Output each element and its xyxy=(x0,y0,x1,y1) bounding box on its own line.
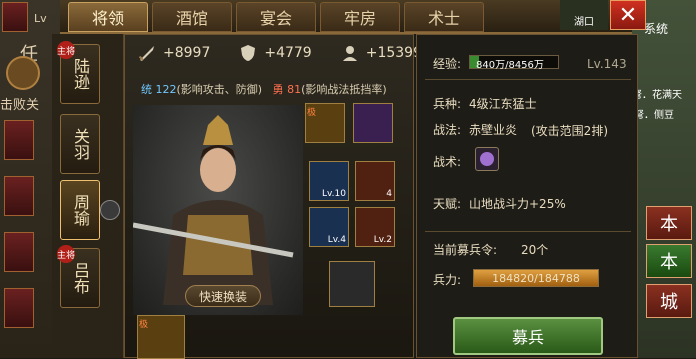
grade-tag: 极 xyxy=(139,320,149,330)
right-text-2: 弩．侧豆 xyxy=(634,110,674,121)
tab-prison[interactable]: 牢房 xyxy=(320,2,400,32)
tab-tavern[interactable]: 酒馆 xyxy=(152,2,232,32)
quick-equip-button[interactable]: 快速换装 xyxy=(185,285,261,307)
tactic-value[interactable]: 赤壁业炎 xyxy=(469,121,517,138)
sub-stats: 统 122(影响攻击、防御) 勇 81(影响战法抵挡率) xyxy=(141,81,387,97)
task-icon[interactable] xyxy=(6,56,40,90)
hero-name: 周瑜 xyxy=(71,194,90,226)
left-strip: Lv 任 击败关 xyxy=(0,0,60,358)
player-level: Lv xyxy=(34,12,47,25)
close-button[interactable]: ✕ xyxy=(610,0,646,30)
side-avatar-3[interactable] xyxy=(4,232,34,272)
right-text-1: 弩．花满天 xyxy=(632,90,682,101)
command-stat: 统 122 xyxy=(141,83,177,96)
troops-value: +15399 xyxy=(365,45,422,61)
equip-mount-slot[interactable] xyxy=(329,261,375,307)
tactic-label: 战法: xyxy=(433,123,462,137)
defense-value: +4779 xyxy=(264,45,312,61)
shield-icon xyxy=(241,45,256,61)
equip-weapon-slot[interactable]: Lv.10 xyxy=(309,161,349,201)
equip-fire-sword-slot[interactable]: 4 xyxy=(355,161,395,201)
tab-generals[interactable]: 将领 xyxy=(68,2,148,32)
hero-name: 吕布 xyxy=(71,262,90,294)
troop-info-panel: 经验: 840万/8456万 Lv.143 兵种: 4级江东猛士 战法: 赤壁业… xyxy=(416,34,638,358)
minimap-label: 湖口 xyxy=(574,17,594,28)
player-avatar[interactable] xyxy=(2,2,28,32)
hero-card-guanyu[interactable]: 关羽 xyxy=(60,114,100,174)
swap-icon[interactable] xyxy=(100,200,120,220)
side-button-2[interactable]: 本 xyxy=(646,244,692,278)
top-tab-bar: 将领 酒馆 宴会 牢房 术士 xyxy=(60,0,632,34)
tactic-desc: (攻击范围2排) xyxy=(531,124,608,138)
equip-level: 4 xyxy=(386,189,392,199)
equip-level: Lv.10 xyxy=(322,189,346,199)
combat-skill-slot[interactable] xyxy=(475,147,499,171)
recruit-button[interactable]: 募兵 xyxy=(453,317,603,355)
recruit-token-value: 20个 xyxy=(521,243,549,257)
hero-name: 陆逊 xyxy=(71,58,90,90)
troop-strength-value: 184820/184788 xyxy=(492,271,580,285)
skill-orb-icon xyxy=(480,152,494,166)
exp-label: 经验: xyxy=(433,57,462,71)
grade-tag: 极 xyxy=(307,108,317,118)
side-button-1[interactable]: 本 xyxy=(646,206,692,240)
talent-value: 山地战斗力+25% xyxy=(469,197,566,211)
divider xyxy=(425,79,631,80)
general-detail-panel: +8997 +4779 +15399 统 122(影响攻击、防御) 勇 81(影… xyxy=(124,34,422,359)
recruit-token-label: 当前募兵令: xyxy=(433,243,498,257)
troop-strength-label: 兵力: xyxy=(433,273,462,287)
defeat-task-label: 击败关 xyxy=(0,98,40,113)
hero-card-zhouyu[interactable]: 周瑜 xyxy=(60,180,100,240)
side-button-3[interactable]: 城 xyxy=(646,284,692,318)
exp-bar: 840万/8456万 xyxy=(469,55,559,71)
attack-value: +8997 xyxy=(163,45,211,61)
attack-stat: +8997 xyxy=(137,43,210,63)
main-general-badge: 主将 xyxy=(57,41,75,59)
equip-tiger-slot[interactable]: 极 xyxy=(137,315,185,359)
hero-card-lubu[interactable]: 主将 吕布 xyxy=(57,245,100,308)
person-icon xyxy=(342,46,357,61)
troop-strength-bar: 184820/184788 xyxy=(473,269,599,287)
defense-stat: +4779 xyxy=(238,43,312,63)
hero-name: 关羽 xyxy=(71,128,90,160)
equip-armor-slot[interactable]: 极 xyxy=(305,103,345,143)
equip-level: Lv.4 xyxy=(327,235,346,245)
equip-warrior-slot[interactable]: Lv.2 xyxy=(355,207,395,247)
talent-label: 天赋: xyxy=(433,197,462,211)
troop-type-label: 兵种: xyxy=(433,97,462,111)
tab-sorcerer[interactable]: 术士 xyxy=(404,2,484,32)
system-label[interactable]: 系统 xyxy=(644,20,668,37)
tab-banquet[interactable]: 宴会 xyxy=(236,2,316,32)
stat-row: +8997 +4779 +15399 xyxy=(137,43,422,63)
hero-card-luxun[interactable]: 主将 陆逊 xyxy=(57,41,100,104)
hero-list: 主将 陆逊 关羽 周瑜 主将 吕布 xyxy=(52,34,124,358)
equip-bow-slot[interactable]: Lv.4 xyxy=(309,207,349,247)
valor-desc: (影响战法抵挡率) xyxy=(301,83,387,96)
main-general-badge: 主将 xyxy=(57,245,75,263)
divider xyxy=(425,231,631,232)
side-avatar-4[interactable] xyxy=(4,288,34,328)
combat-skill-label: 战术: xyxy=(433,155,462,169)
level-label: Lv.143 xyxy=(587,57,627,71)
command-desc: (影响攻击、防御) xyxy=(176,83,263,96)
valor-stat: 勇 81 xyxy=(272,83,302,96)
close-icon: ✕ xyxy=(618,2,638,28)
troops-stat: +15399 xyxy=(340,43,422,63)
general-portrait xyxy=(133,105,303,315)
equip-ring-slot[interactable] xyxy=(353,103,393,143)
general-figure-icon xyxy=(133,115,294,305)
equip-level: Lv.2 xyxy=(373,235,392,245)
troop-type-value[interactable]: 4级江东猛士 xyxy=(469,95,537,112)
side-avatar-2[interactable] xyxy=(4,176,34,216)
side-avatar-1[interactable] xyxy=(4,120,34,160)
exp-value: 840万/8456万 xyxy=(476,60,544,71)
sword-icon xyxy=(138,46,154,61)
minimap[interactable]: 湖口 xyxy=(560,0,608,30)
